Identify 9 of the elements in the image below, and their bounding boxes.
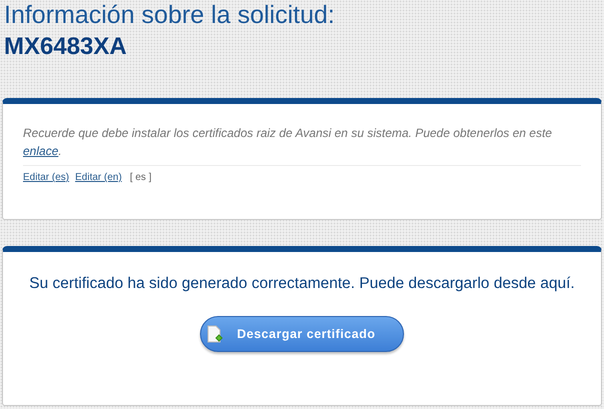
edit-link[interactable]: Editar (es) [23,170,70,185]
enlace-link[interactable]: enlace [23,144,58,158]
language-indicator: [ es ] [130,171,152,185]
page-title: Información sobre la solicitud: [4,0,335,30]
edit-link[interactable]: Editar (en) [75,170,122,185]
notice-text: Recuerde que debe instalar los certificados raiz de Avansi en su sistema. Puede obtenerlos en este enlace. [23,125,553,160]
document-icon [207,325,223,343]
request-id: MX6483XA [4,32,127,62]
success-message: Su certificado ha sido generado correctamente. Puede descargarlo desde aquí. [28,274,576,294]
